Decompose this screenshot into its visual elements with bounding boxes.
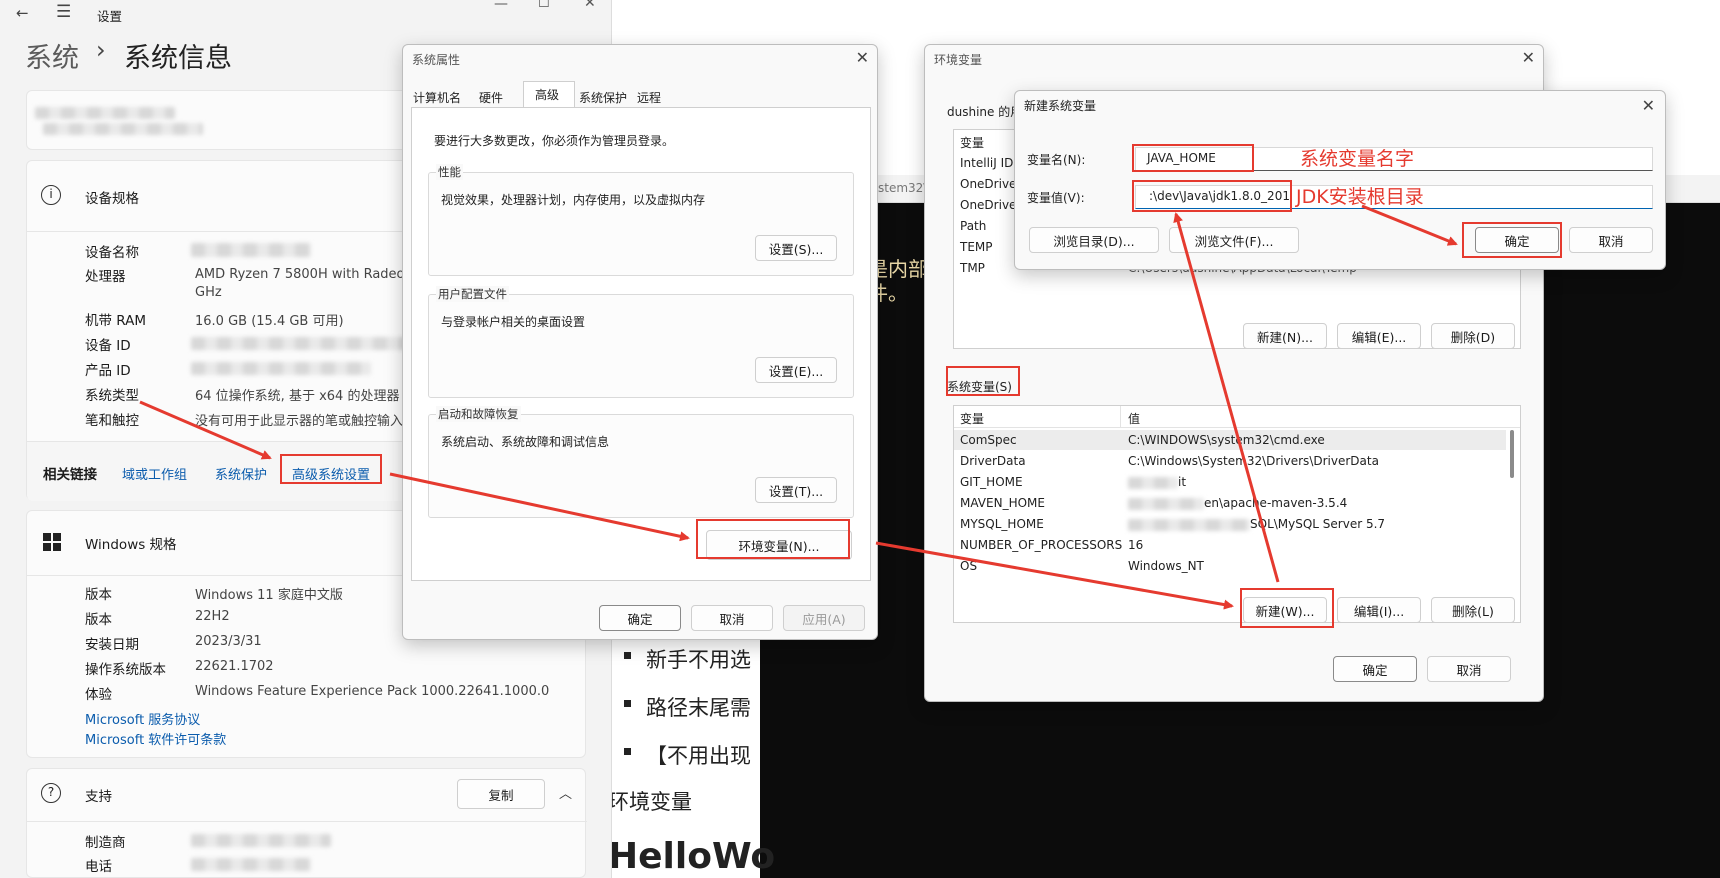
arrow-to-env-vars-button (389, 472, 690, 542)
arrow-to-system-new-button (875, 541, 1234, 610)
arrow-to-advanced-settings (139, 400, 272, 460)
annotation-arrows (139, 204, 1458, 610)
arrow-up-to-var-value (1173, 212, 1280, 583)
arrow-to-newvar-ok (1361, 204, 1458, 246)
